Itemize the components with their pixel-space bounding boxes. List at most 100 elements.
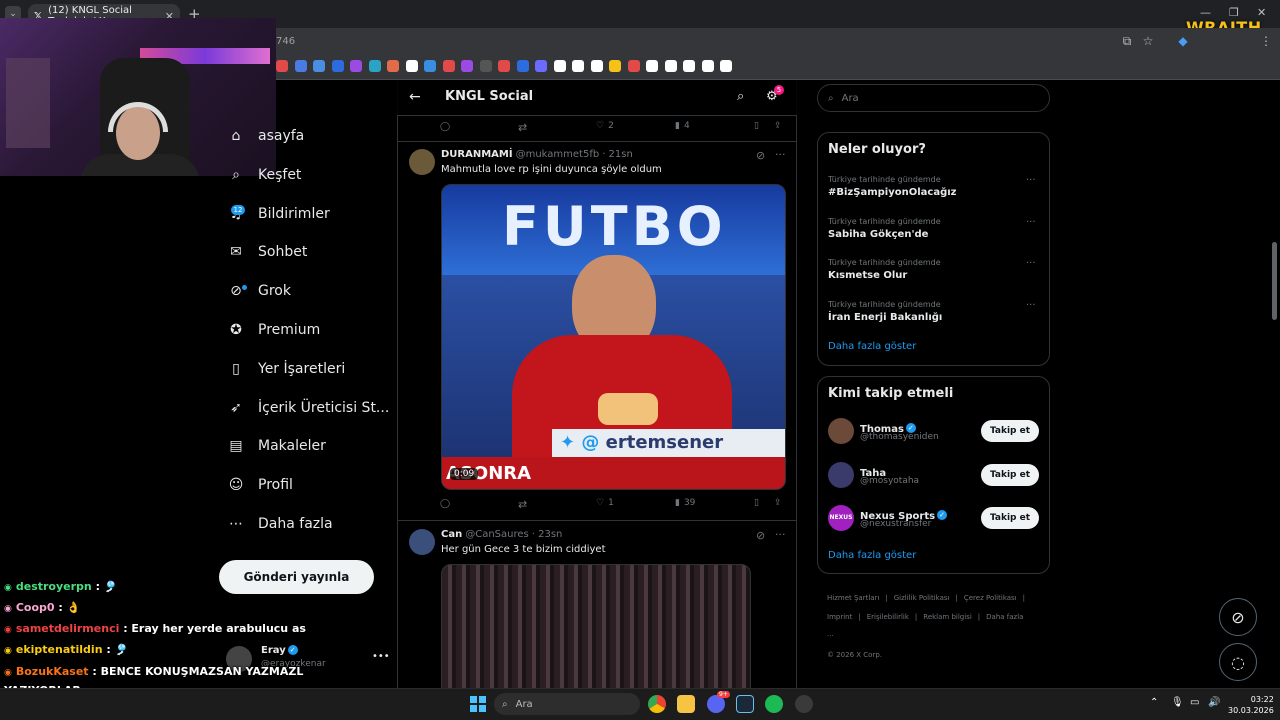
volume-icon[interactable]: 🔊	[1208, 697, 1220, 708]
bookmark-favicon-icon[interactable]	[646, 60, 658, 72]
bookmark-favicon-icon[interactable]	[720, 60, 732, 72]
follow-button[interactable]: Takip et	[981, 463, 1039, 486]
extension-icon[interactable]: ◆	[1175, 33, 1191, 49]
bookmark-favicon-icon[interactable]	[627, 60, 640, 72]
retweet-icon[interactable]: ⇄	[518, 498, 527, 511]
grok-analyze-icon[interactable]: ⊘	[756, 529, 765, 542]
trend-more-icon[interactable]: ···	[1026, 175, 1036, 186]
bookmark-favicon-icon[interactable]	[664, 60, 677, 72]
file-explorer-icon[interactable]	[677, 695, 695, 713]
taskbar-search[interactable]: ⌕ Ara	[494, 693, 640, 715]
tweet[interactable]: DURANMAMİ @mukammet5fb · 21sn ⊘ ··· Mahm…	[398, 142, 796, 520]
grok-fab-icon[interactable]: ⊘	[1219, 598, 1257, 636]
footer-link[interactable]: Reklam bilgisi	[923, 613, 972, 621]
start-icon[interactable]	[470, 696, 486, 712]
nav-item-search[interactable]: ⌕ Keşfet	[228, 167, 301, 183]
follow-button[interactable]: Takip et	[981, 420, 1039, 442]
tweet-video[interactable]: FUTBO ✦ @ ertemsener ASONRA 0:09	[441, 184, 786, 490]
bookmark-favicon-icon[interactable]	[535, 60, 547, 72]
reply-icon[interactable]: ◯	[440, 499, 450, 509]
microphone-icon[interactable]: 🎙	[1171, 697, 1184, 708]
nav-item-home[interactable]: ⌂ asayfa	[228, 128, 305, 144]
bookmark-favicon-icon[interactable]	[590, 60, 603, 72]
footer-link[interactable]: Gizlilik Politikası	[894, 594, 950, 602]
bookmark-favicon-icon[interactable]	[683, 60, 695, 72]
nav-item-more-circle[interactable]: ⋯ Daha fazla	[228, 516, 333, 532]
nav-item-bookmark[interactable]: ▯ Yer İşaretleri	[228, 361, 345, 377]
tweet-author-handle[interactable]: @mukammet5fb	[516, 149, 600, 160]
network-icon[interactable]: ▭	[1190, 697, 1199, 708]
tweet-video[interactable]	[441, 564, 751, 696]
retweet-icon[interactable]: ⇄	[518, 121, 527, 134]
bookmark-favicon-icon[interactable]	[387, 60, 399, 72]
bookmark-favicon-icon[interactable]	[461, 60, 473, 72]
trend-more-icon[interactable]: ···	[1026, 258, 1036, 269]
bookmark-favicon-icon[interactable]	[368, 60, 381, 72]
tweet-author-name[interactable]: DURANMAMİ	[441, 149, 513, 160]
nav-item-person[interactable]: ☺ Profil	[228, 477, 293, 493]
follow-avatar[interactable]	[828, 461, 854, 488]
like-button[interactable]: ♡ 1	[596, 498, 614, 508]
tweet-avatar[interactable]	[409, 149, 435, 175]
nav-item-grok[interactable]: ⊘ Grok	[228, 283, 291, 299]
tweet-more-icon[interactable]: ···	[775, 528, 786, 541]
account-more-icon[interactable]: •••	[372, 651, 390, 662]
scrollbar[interactable]	[1272, 242, 1277, 320]
system-clock[interactable]: 03:22 30.03.2026	[1228, 694, 1274, 716]
follow-avatar[interactable]: NEXUS	[828, 505, 854, 531]
bookmark-favicon-icon[interactable]	[516, 60, 529, 72]
bookmark-favicon-icon[interactable]	[442, 60, 455, 72]
tweet-author-handle[interactable]: @CanSaures	[465, 529, 529, 540]
tray-chevron-icon[interactable]: ⌃	[1150, 697, 1158, 708]
footer-link[interactable]: Imprint	[827, 613, 852, 621]
tweet[interactable]: Can @CanSaures · 23sn ⊘ ··· Her gün Gece…	[398, 521, 796, 696]
share-icon[interactable]: ⇪	[774, 498, 782, 508]
bookmark-favicon-icon[interactable]	[479, 60, 492, 72]
tweet-time[interactable]: · 23sn	[532, 529, 563, 540]
bookmark-favicon-icon[interactable]	[294, 60, 307, 72]
like-button[interactable]: ♡ 2	[596, 121, 614, 131]
share-icon[interactable]: ⇪	[774, 121, 782, 131]
bookmark-favicon-icon[interactable]	[350, 60, 362, 72]
trend-item[interactable]: Türkiye tarihinde gündemde Kısmetse Olur ·…	[828, 258, 1040, 290]
trends-show-more[interactable]: Daha fazla göster	[828, 341, 916, 352]
bookmark-favicon-icon[interactable]	[553, 60, 566, 72]
footer-link[interactable]: Erişilebilirlik	[867, 613, 909, 621]
back-arrow-icon[interactable]: ←	[409, 89, 421, 105]
nav-item-mail[interactable]: ✉ Sohbet	[228, 244, 307, 260]
nav-item-article[interactable]: ▤ Makaleler	[228, 438, 326, 454]
follow-button[interactable]: Takip et	[981, 507, 1039, 529]
footer-link[interactable]: Hizmet Şartları	[827, 594, 879, 602]
bookmark-favicon-icon[interactable]	[424, 60, 436, 72]
follow-avatar[interactable]	[828, 418, 854, 444]
reply-icon[interactable]: ◯	[440, 122, 450, 132]
trend-more-icon[interactable]: ···	[1026, 217, 1036, 228]
nav-item-rocket[interactable]: ➶ İçerik Üreticisi St...	[228, 400, 389, 416]
bookmark-favicon-icon[interactable]	[331, 60, 344, 72]
star-icon[interactable]: ☆	[1140, 33, 1156, 49]
views-button[interactable]: ▮ 39	[675, 498, 695, 508]
url-text[interactable]: 746	[276, 36, 295, 47]
tweet-more-icon[interactable]: ···	[775, 148, 786, 161]
footer-link[interactable]: Çerez Politikası	[964, 594, 1017, 602]
tweet-time[interactable]: · 21sn	[602, 149, 633, 160]
grok-analyze-icon[interactable]: ⊘	[756, 149, 765, 162]
trend-more-icon[interactable]: ···	[1026, 300, 1036, 311]
obs-icon[interactable]	[795, 695, 813, 713]
bookmark-favicon-icon[interactable]	[276, 60, 288, 72]
follow-suggestion[interactable]: NEXUS Nexus Sports ✓ @nexustransfer Takip et	[828, 504, 1040, 534]
bookmark-favicon-icon[interactable]	[609, 60, 621, 72]
nav-item-x-premium[interactable]: ✪ Premium	[228, 322, 320, 338]
bookmark-favicon-icon[interactable]	[405, 60, 418, 72]
search-icon[interactable]: ⌕	[737, 89, 744, 104]
bookmark-favicon-icon[interactable]	[701, 60, 714, 72]
spotify-icon[interactable]	[765, 695, 783, 713]
tweet-avatar[interactable]	[409, 529, 435, 555]
search-input[interactable]: ⌕ Ara	[817, 84, 1050, 112]
messages-fab-icon[interactable]: ◌	[1219, 643, 1257, 681]
follow-suggestion[interactable]: Taha @mosyotaha Takip et	[828, 461, 1040, 491]
trend-item[interactable]: Türkiye tarihinde gündemde #BizŞampiyonOl…	[828, 175, 1040, 207]
bookmark-favicon-icon[interactable]	[572, 60, 584, 72]
footer-link[interactable]: © 2026 X Corp.	[827, 651, 882, 659]
trend-item[interactable]: Türkiye tarihinde gündemde İran Enerji Ba…	[828, 300, 1040, 332]
